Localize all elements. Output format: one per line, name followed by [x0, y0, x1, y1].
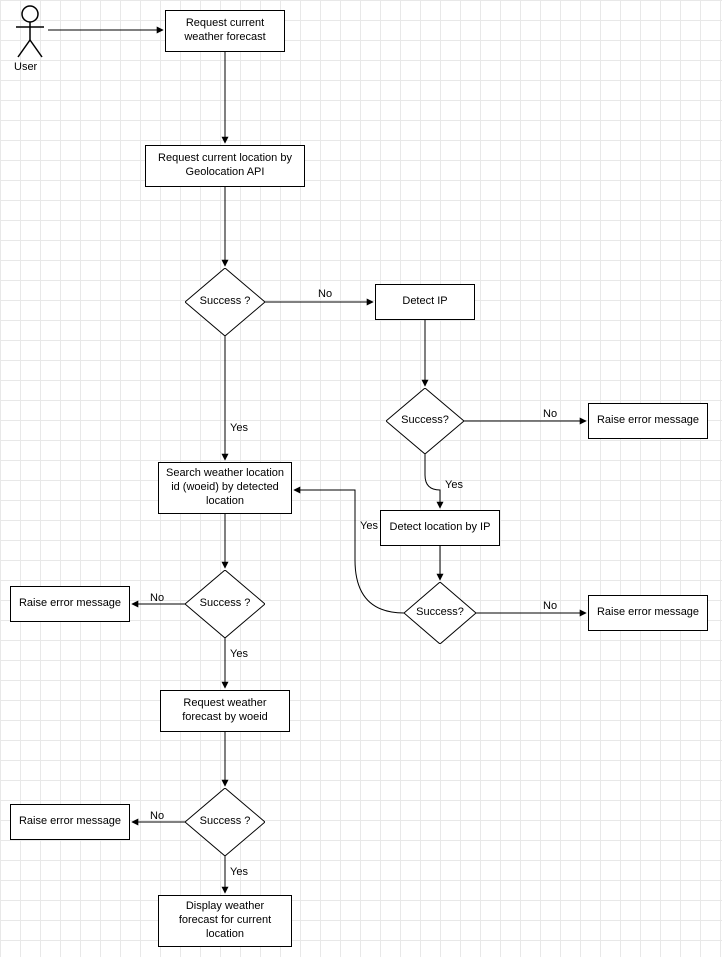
- label-d4-no: No: [150, 592, 164, 604]
- label-d5-yes: Yes: [230, 866, 248, 878]
- label-d2-yes: Yes: [445, 479, 463, 491]
- label-d5-no: No: [150, 810, 164, 822]
- node-search-woeid: Search weather location id (woeid) by de…: [158, 462, 292, 514]
- node-detect-ip: Detect IP: [375, 284, 475, 320]
- node-request-by-woeid: Request weather forecast by woeid: [160, 690, 290, 732]
- node-raise-error-2: Raise error message: [588, 595, 708, 631]
- actor-label: User: [14, 61, 37, 73]
- node-raise-error-1: Raise error message: [588, 403, 708, 439]
- decision-loc-by-ip-success: Success?: [404, 582, 476, 644]
- label-d4-yes: Yes: [230, 648, 248, 660]
- decision-geo-success: Success ?: [185, 268, 265, 336]
- label-d1-yes: Yes: [230, 422, 248, 434]
- flowchart-canvas: User Request current weather forecast Re…: [0, 0, 722, 957]
- decision-forecast-success: Success ?: [185, 788, 265, 856]
- label-d3-no: No: [543, 600, 557, 612]
- label-d2-no: No: [543, 408, 557, 420]
- node-request-forecast: Request current weather forecast: [165, 10, 285, 52]
- decision-woeid-success: Success ?: [185, 570, 265, 638]
- actor-user: User: [10, 5, 50, 70]
- node-raise-error-3: Raise error message: [10, 586, 130, 622]
- node-display-forecast: Display weather forecast for current loc…: [158, 895, 292, 947]
- node-detect-loc-by-ip: Detect location by IP: [380, 510, 500, 546]
- node-raise-error-4: Raise error message: [10, 804, 130, 840]
- node-request-geolocation: Request current location by Geolocation …: [145, 145, 305, 187]
- label-d1-no: No: [318, 288, 332, 300]
- label-d3-yes: Yes: [360, 520, 378, 532]
- decision-ip-success: Success?: [386, 388, 464, 454]
